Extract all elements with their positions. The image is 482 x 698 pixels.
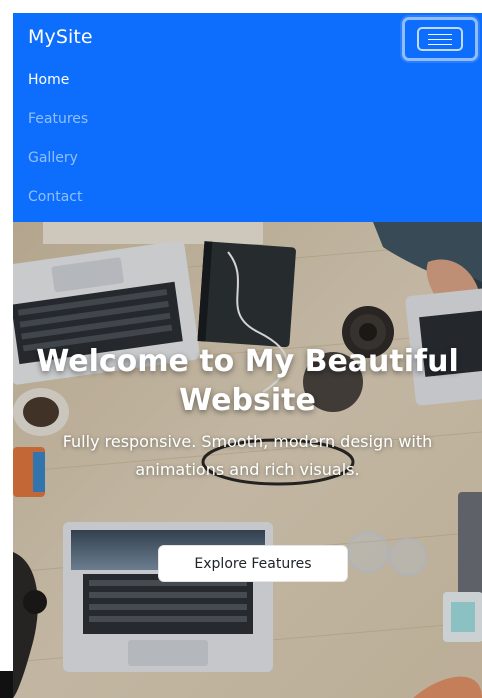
hamburger-menu-icon xyxy=(417,27,463,51)
hamburger-bar xyxy=(428,39,452,40)
brand-logo-link[interactable]: MySite xyxy=(28,26,93,48)
nav-item-contact: Contact xyxy=(28,186,88,225)
nav-link-contact[interactable]: Contact xyxy=(28,189,82,205)
navbar-toggler-button[interactable] xyxy=(402,17,478,61)
hero-section: Welcome to My Beautiful Website Fully re… xyxy=(13,222,482,698)
hero-subtitle: Fully responsive. Smooth, modern design … xyxy=(62,432,433,479)
nav-link-home[interactable]: Home xyxy=(28,72,69,88)
nav-item-gallery: Gallery xyxy=(28,147,88,186)
nav-link-gallery[interactable]: Gallery xyxy=(28,150,78,166)
navbar: MySite Home Features Gallery Contact xyxy=(13,13,482,222)
nav-item-features: Features xyxy=(28,108,88,147)
explore-features-button[interactable]: Explore Features xyxy=(158,545,348,582)
corner-artifact xyxy=(0,671,13,698)
hamburger-bar xyxy=(428,44,452,45)
page: MySite Home Features Gallery Contact Wel… xyxy=(13,13,482,698)
hamburger-bar xyxy=(428,34,452,35)
nav-menu: Home Features Gallery Contact xyxy=(28,69,88,225)
nav-item-home: Home xyxy=(28,69,88,108)
hero-title: Welcome to My Beautiful Website xyxy=(36,344,459,418)
nav-link-features[interactable]: Features xyxy=(28,111,88,127)
